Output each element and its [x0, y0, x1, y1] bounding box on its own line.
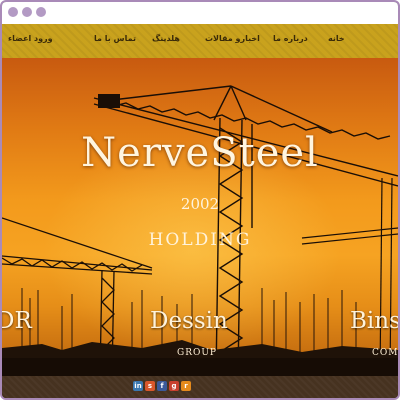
founded-year: 2002 — [180, 195, 220, 213]
minimize-dot[interactable] — [22, 7, 32, 17]
company-link-bins[interactable]: Bins — [350, 308, 398, 334]
nav-item-holding[interactable]: هلدینگ — [152, 34, 180, 43]
brand-title: NerveSteel — [81, 130, 319, 176]
footer-bar: in s f g r — [2, 376, 398, 398]
hero-banner: NerveSteel 2002 HOLDING DR Dessin GROUP … — [2, 58, 398, 376]
nav-item-home[interactable]: خانه — [328, 34, 345, 43]
facebook-icon[interactable]: f — [157, 381, 167, 391]
zoom-dot[interactable] — [36, 7, 46, 17]
rss-icon[interactable]: r — [181, 381, 191, 391]
company-sub-bins: COMI — [372, 348, 398, 358]
nav-item-contact[interactable]: تماس با ما — [94, 34, 136, 43]
browser-window: خانه درباره ما اخبارو مقالات هلدینگ تماس… — [0, 0, 400, 400]
company-link-dessin[interactable]: Dessin — [150, 308, 228, 334]
nav-item-about[interactable]: درباره ما — [273, 34, 308, 43]
stumbleupon-icon[interactable]: s — [145, 381, 155, 391]
main-navbar: خانه درباره ما اخبارو مقالات هلدینگ تماس… — [2, 24, 398, 58]
company-sub-dessin: GROUP — [177, 348, 217, 358]
linkedin-icon[interactable]: in — [133, 381, 143, 391]
company-link-dr[interactable]: DR — [2, 308, 32, 334]
window-titlebar — [2, 2, 398, 24]
nav-item-news[interactable]: اخبارو مقالات — [205, 34, 260, 43]
nav-item-login[interactable]: ورود اعضاء — [8, 34, 53, 43]
google-plus-icon[interactable]: g — [169, 381, 179, 391]
close-dot[interactable] — [8, 7, 18, 17]
holding-subtitle: HOLDING — [148, 230, 252, 250]
